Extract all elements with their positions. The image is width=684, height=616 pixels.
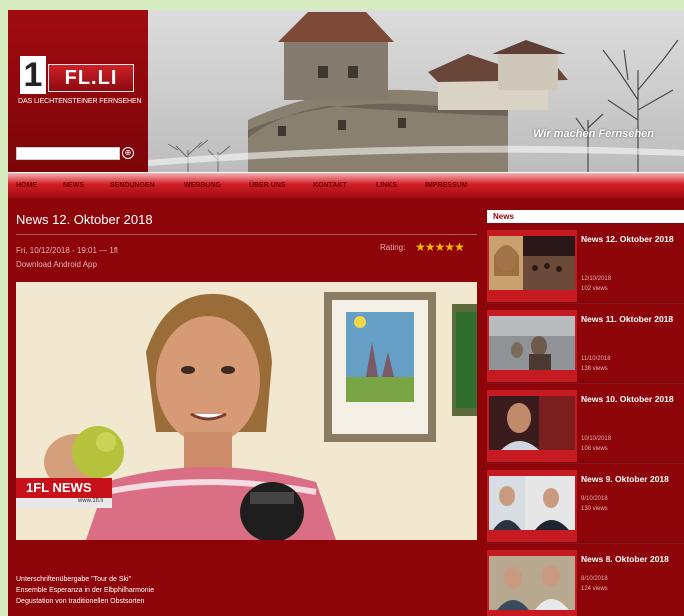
sidebar-news-title[interactable]: News 12. Oktober 2018 (581, 234, 681, 244)
nav-sendungen[interactable]: SENDUNGEN (110, 182, 155, 189)
sidebar-news-date: 12/10/2018 (581, 276, 612, 282)
header-slogan: Wir machen Fernsehen (533, 128, 654, 140)
castle-illustration (148, 10, 684, 172)
news-thumbnail[interactable] (489, 316, 575, 370)
sidebar-news-item[interactable]: News 11. Oktober 2018 11/10/2018 138 vie… (487, 310, 684, 384)
nav-links[interactable]: LINKS (376, 182, 397, 189)
item-divider (487, 383, 684, 384)
item-divider (487, 303, 684, 304)
nav-impressum[interactable]: IMPRESSUM (425, 182, 467, 189)
video-news-logo: 1FL NEWS (26, 480, 92, 495)
logo-fl: FL.LI (48, 64, 134, 92)
news-thumbnail[interactable] (489, 476, 575, 530)
page-frame: 1 FL.LI DAS LIECHTENSTEINER FERNSEHEN ⊕ (8, 10, 684, 616)
sidebar-news-item[interactable]: News 10. Oktober 2018 10/10/2018 108 vie… (487, 390, 684, 464)
sidebar-news-date: 11/10/2018 (581, 356, 611, 362)
article-meta: Fri, 10/12/2018 - 19:01 — 1fl (16, 246, 118, 255)
rating-stars[interactable]: ★★★★★ (415, 240, 465, 254)
caption-line: Unterschriftenübergabe "Tour de Ski" (16, 576, 132, 583)
caption-line: Ensemble Esperanza in der Elbphilharmoni… (16, 587, 155, 594)
sidebar-news-item[interactable]: News 8. Oktober 2018 8/10/2018 124 views (487, 550, 684, 616)
sidebar-news-date: 9/10/2018 (581, 496, 608, 502)
caption-line: Degustation von traditionellen Obstsorte… (16, 598, 145, 605)
search-go-icon[interactable]: ⊕ (122, 147, 134, 159)
sidebar-news-title[interactable]: News 9. Oktober 2018 (581, 474, 681, 484)
sidebar-news-views: 130 views (581, 506, 608, 512)
news-thumbnail[interactable] (489, 396, 575, 450)
download-android-link[interactable]: Download Android App (16, 260, 97, 269)
video-news-logo-url: www.1fl.li (78, 498, 104, 504)
item-divider (487, 543, 684, 544)
nav-news[interactable]: NEWS (63, 182, 84, 189)
sidebar-news-views: 102 views (581, 286, 608, 292)
sidebar-heading-label: News (493, 212, 514, 221)
site-tagline: DAS LIECHTENSTEINER FERNSEHEN (18, 98, 142, 105)
sidebar-news-title[interactable]: News 11. Oktober 2018 (581, 314, 681, 324)
rating-label: Rating: (380, 243, 406, 252)
main-nav: HOME NEWS SENDUNGEN WERBUNG ÜBER UNS KON… (8, 172, 684, 198)
nav-kontakt[interactable]: KONTAKT (313, 182, 347, 189)
logo-panel: 1 FL.LI DAS LIECHTENSTEINER FERNSEHEN ⊕ (8, 10, 148, 172)
sidebar-news-date: 8/10/2018 (581, 576, 608, 582)
page-title: News 12. Oktober 2018 (16, 212, 153, 227)
logo-one: 1 (20, 56, 46, 94)
nav-home[interactable]: HOME (16, 182, 37, 189)
news-thumbnail[interactable] (489, 236, 575, 290)
sidebar-news-title[interactable]: News 8. Oktober 2018 (581, 554, 681, 564)
sidebar-news-views: 138 views (581, 366, 608, 372)
sidebar-news-item[interactable]: News 12. Oktober 2018 12/10/2018 102 vie… (487, 230, 684, 304)
sidebar-news-views: 124 views (581, 586, 608, 592)
sidebar-news-item[interactable]: News 9. Oktober 2018 9/10/2018 130 views (487, 470, 684, 544)
news-thumbnail[interactable] (489, 556, 575, 610)
video-player[interactable]: 1FL NEWS www.1fl.li (16, 282, 477, 540)
sidebar-news-title[interactable]: News 10. Oktober 2018 (581, 394, 681, 404)
search-input[interactable] (16, 147, 120, 160)
header-castle-image: Wir machen Fernsehen (148, 10, 684, 172)
nav-werbung[interactable]: WERBUNG (184, 182, 221, 189)
sidebar-news-views: 108 views (581, 446, 608, 452)
nav-ueber-uns[interactable]: ÜBER UNS (249, 182, 286, 189)
site-header: 1 FL.LI DAS LIECHTENSTEINER FERNSEHEN ⊕ (8, 10, 684, 172)
title-divider (16, 234, 477, 235)
site-logo[interactable]: 1 FL.LI (20, 56, 138, 96)
sidebar-heading: News (487, 210, 684, 223)
sidebar-news-date: 10/10/2018 (581, 436, 612, 442)
item-divider (487, 463, 684, 464)
